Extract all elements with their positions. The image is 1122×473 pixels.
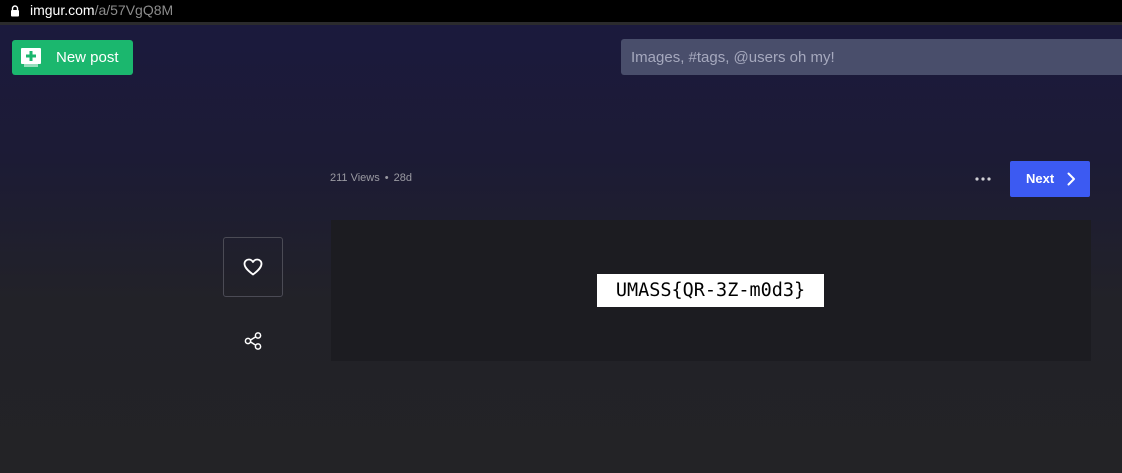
share-icon — [244, 332, 262, 350]
share-button[interactable] — [243, 331, 263, 351]
post-age: 28d — [393, 172, 412, 184]
post-image: UMASS{QR-3Z-m0d3} — [331, 220, 1091, 361]
new-post-button[interactable]: New post — [12, 40, 133, 75]
url-path: /a/57VgQ8M — [94, 2, 174, 18]
heart-icon — [243, 258, 263, 276]
chevron-right-icon — [1067, 172, 1075, 186]
next-button[interactable]: Next — [1010, 161, 1090, 197]
url-domain: imgur.com — [30, 2, 95, 18]
plus-square-icon — [21, 48, 41, 67]
meta-separator: • — [384, 172, 389, 184]
next-label: Next — [1026, 171, 1055, 186]
view-count: 211 Views — [330, 172, 380, 184]
image-text: UMASS{QR-3Z-m0d3} — [615, 280, 806, 301]
search-input[interactable] — [621, 39, 1122, 75]
ellipsis-icon — [975, 177, 991, 181]
lock-icon — [11, 5, 19, 17]
like-button[interactable] — [223, 237, 283, 297]
post-meta: 211 Views • 28d — [330, 172, 412, 185]
imgur-page: imgur.com/a/57VgQ8M New post 211 Views•2… — [0, 0, 1122, 473]
url-text[interactable]: imgur.com/a/57VgQ8M — [30, 2, 173, 19]
page-content: New post 211 Views • 28d Next — [0, 25, 1122, 473]
image-text-box: UMASS{QR-3Z-m0d3} — [597, 274, 824, 307]
new-post-label: New post — [56, 49, 119, 66]
browser-address-bar[interactable]: imgur.com/a/57VgQ8M — [0, 0, 1122, 22]
more-options-button[interactable] — [970, 170, 996, 188]
